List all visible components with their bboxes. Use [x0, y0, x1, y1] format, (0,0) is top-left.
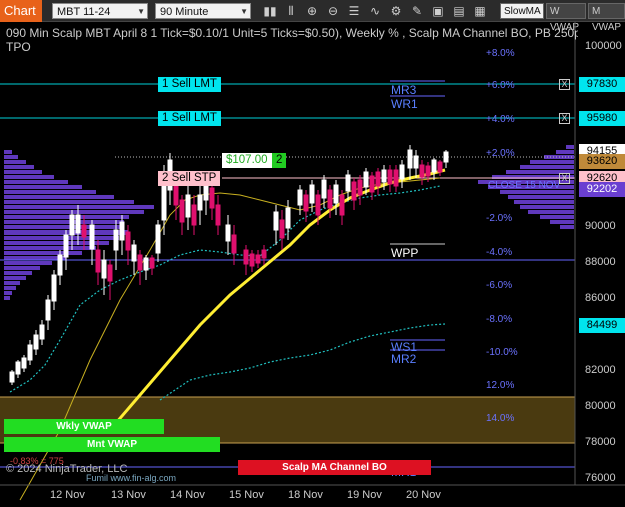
chart-title-line2: TPO	[6, 40, 31, 54]
scalp-bo-label: Scalp MA Channel BO	[238, 460, 431, 475]
bars-icon[interactable]: ▮▮	[262, 3, 278, 19]
period-value: 90 Minute	[160, 6, 209, 18]
price-chart	[0, 22, 625, 501]
y-label: 100000	[585, 40, 622, 52]
y-label: 88000	[585, 256, 616, 268]
y-label: 76000	[585, 472, 616, 484]
instrument-selector[interactable]: MBT 11-24 ▼	[52, 3, 148, 19]
price-tag-sell-limit-2: 95980	[579, 111, 625, 126]
x-label: 19 Nov	[347, 489, 382, 501]
x-label: 15 Nov	[229, 489, 264, 501]
pct-label: -8.0%	[486, 314, 513, 325]
price-tag-sell-limit-1: 97830	[579, 77, 625, 92]
slow-ma-selector[interactable]: SlowMA	[500, 3, 544, 19]
period-selector[interactable]: 90 Minute ▼	[155, 3, 251, 19]
mr2-label: MR2	[391, 352, 417, 366]
pnl-display: $107.00	[222, 153, 272, 168]
data-box-icon[interactable]: ▦	[472, 3, 488, 19]
pnl-qty[interactable]: 2	[272, 153, 287, 168]
strategies-icon[interactable]: ⚙	[388, 3, 404, 19]
w-vwap-button[interactable]: W VWAP	[546, 3, 586, 33]
chart-toolbar: Chart MBT 11-24 ▼ 90 Minute ▼ ▮▮ ⫴ ⊕ ⊖ ☰…	[0, 0, 625, 33]
zoom-in-icon[interactable]: ⊕	[304, 3, 320, 19]
close-label: CLOSE 15 NOV	[488, 180, 561, 191]
y-label: 82000	[585, 364, 616, 376]
x-label: 20 Nov	[406, 489, 441, 501]
pct-label: +4.0%	[486, 114, 515, 125]
sell-limit-order-2[interactable]: 1 Sell LMT	[158, 111, 221, 126]
chart-panel[interactable]: 090 Min Scalp MBT April 8 1 Tick=$0.10/1…	[0, 22, 625, 507]
m-vwap-button[interactable]: M VWAP	[588, 3, 625, 33]
wr1-label: WR1	[391, 97, 418, 111]
instrument-value: MBT 11-24	[57, 6, 111, 18]
pct-label: +6.0%	[486, 80, 515, 91]
y-label: 78000	[585, 436, 616, 448]
mr3-label: MR3	[391, 83, 417, 97]
sell-stop-order[interactable]: 2 Sell STP	[158, 171, 221, 186]
close-order-icon[interactable]: X	[559, 79, 570, 90]
y-label: 80000	[585, 400, 616, 412]
pct-label: -2.0%	[486, 213, 513, 224]
site-text: Fumil www.fin-alg.com	[86, 473, 177, 483]
weekly-vwap-label: Wkly VWAP	[4, 419, 164, 434]
x-label: 12 Nov	[50, 489, 85, 501]
chevron-down-icon: ▼	[240, 7, 248, 16]
bars-alt-icon[interactable]: ⫴	[283, 3, 299, 19]
drawing-tools-icon[interactable]: ✎	[409, 3, 425, 19]
chevron-down-icon: ▼	[137, 7, 145, 16]
pct-label: +8.0%	[486, 48, 515, 59]
y-label: 86000	[585, 292, 616, 304]
templates-icon[interactable]: ▤	[451, 3, 467, 19]
pct-label: -10.0%	[486, 347, 518, 358]
price-tag-close: 92202	[579, 182, 625, 197]
candlesticks	[9, 145, 449, 385]
pct-label: +2.0%	[486, 148, 515, 159]
pct-label: 12.0%	[486, 380, 515, 391]
snapshot-icon[interactable]: ▣	[430, 3, 446, 19]
close-order-icon[interactable]: X	[559, 173, 570, 184]
wpp-label: WPP	[391, 246, 419, 260]
x-label: 18 Nov	[288, 489, 323, 501]
monthly-vwap-label: Mnt VWAP	[4, 437, 220, 452]
x-label: 14 Nov	[170, 489, 205, 501]
pct-label: -4.0%	[486, 247, 513, 258]
sell-limit-order-1[interactable]: 1 Sell LMT	[158, 77, 221, 92]
price-tag-poc: 93620	[579, 154, 625, 169]
close-order-icon[interactable]: X	[559, 113, 570, 124]
zoom-out-icon[interactable]: ⊖	[325, 3, 341, 19]
pct-label: 14.0%	[486, 413, 515, 424]
pct-label: -6.0%	[486, 280, 513, 291]
x-label: 13 Nov	[111, 489, 146, 501]
chart-tab[interactable]: Chart	[0, 0, 42, 22]
slow-ma-value: SlowMA	[504, 6, 541, 17]
y-label: 90000	[585, 220, 616, 232]
indicators-icon[interactable]: ∿	[367, 3, 383, 19]
chart-title: 090 Min Scalp MBT April 8 1 Tick=$0.10/1…	[6, 26, 578, 40]
price-tag-channel: 84499	[579, 318, 625, 333]
properties-icon[interactable]: ☰	[346, 3, 362, 19]
